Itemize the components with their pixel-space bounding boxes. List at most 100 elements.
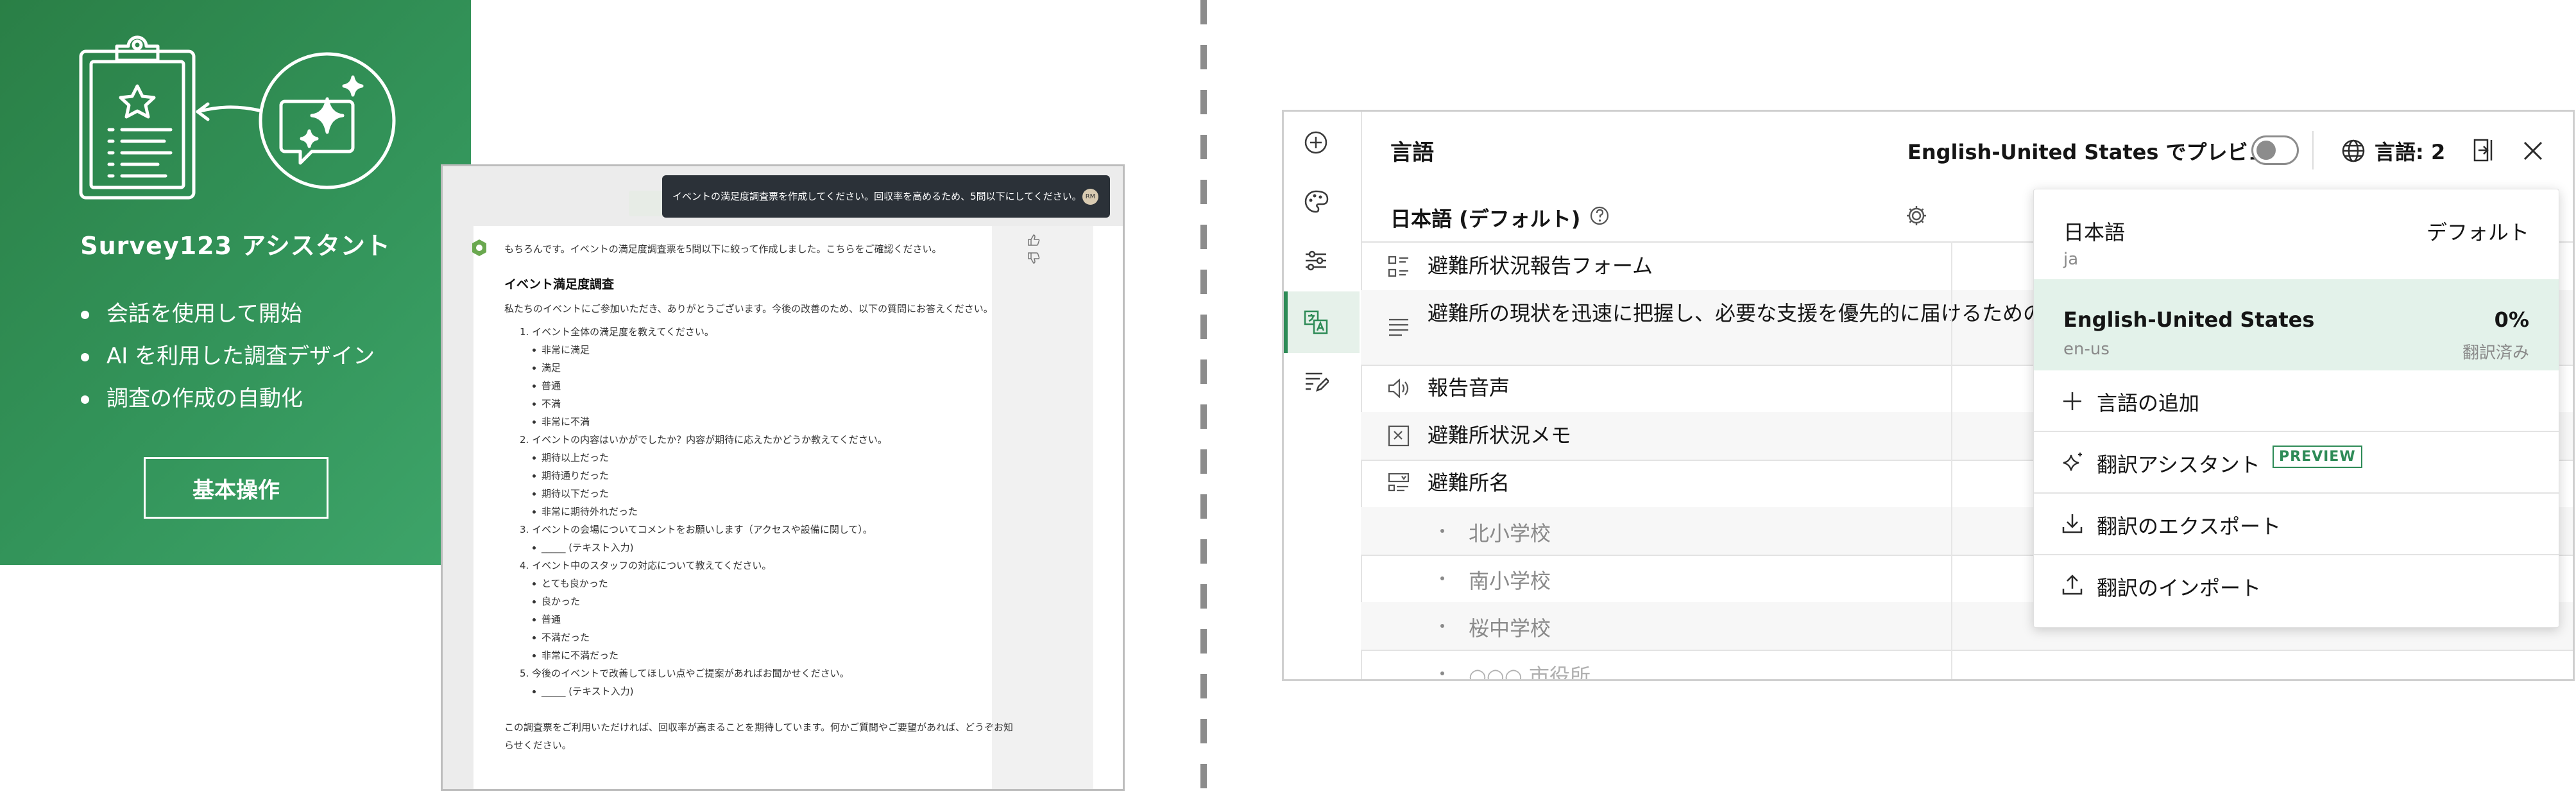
feature-list: 会話を使用して開始 AI を利用した調査デザイン 調査の作成の自動化: [62, 295, 375, 422]
user-message-text: イベントの満足度調査票を作成してください。回収率を高めるため、5問以下にしてくだ…: [672, 191, 1082, 202]
add-question-button[interactable]: [1298, 125, 1334, 160]
side-toolbar: [1284, 112, 1362, 679]
header-divider: [2312, 131, 2314, 169]
language-panel: 言語 English-United States でプレビュー 言語: 2 日本…: [1282, 110, 2575, 681]
assistant-intro-text: もちろんです。イベントの満足度調査票を5問以下に絞って作成しました。こちらをご確…: [504, 243, 942, 255]
translate-icon: [1304, 310, 1328, 334]
survey-option: 良かった: [504, 593, 1018, 610]
language-code: ja: [2063, 250, 2079, 269]
close-icon[interactable]: [2522, 140, 2544, 162]
edit-rules-button[interactable]: [1298, 363, 1334, 399]
translation-button[interactable]: [1298, 304, 1334, 340]
language-item-en-us[interactable]: English-United States en-us 0% 翻訳済み: [2034, 279, 2559, 370]
survey-option: 非常に満足: [504, 341, 1018, 359]
language-menu: 日本語 ja デフォルト English-United States en-us…: [2033, 189, 2559, 628]
generated-survey: イベント満足度調査 私たちのイベントにご参加いただき、ありがとうございます。今後…: [504, 275, 1018, 754]
survey-question: 2. イベントの内容はいかがでしたか？内容が期待に応えたかどうか教えてください。: [520, 434, 887, 446]
survey-option: とても良かった: [504, 575, 1018, 593]
feature-item: AI を利用した調査デザイン: [62, 338, 375, 380]
language-count[interactable]: 言語: 2: [2375, 136, 2445, 166]
survey-option: 期待以上だった: [504, 449, 1018, 467]
dashed-divider: [1200, 0, 1207, 805]
choice-text: 北小学校: [1469, 521, 1551, 546]
table-row[interactable]: ○○○ 市役所: [1361, 650, 2573, 681]
row-text: 報告音声: [1428, 376, 1510, 400]
import-translation-item[interactable]: 翻訳のインポート: [2034, 555, 2559, 616]
survey-description: 私たちのイベントにご参加いただき、ありがとうございます。今後の改善のため、以下の…: [504, 303, 993, 315]
survey-question: 1. イベント全体の満足度を教えてください。: [520, 326, 714, 338]
language-item-ja[interactable]: 日本語 ja デフォルト: [2034, 189, 2559, 279]
appearance-button[interactable]: [1298, 184, 1334, 220]
toggle-knob: [2256, 141, 2276, 160]
default-language-header: 日本語 (デフォルト): [1390, 207, 1581, 231]
survey-option: 不満: [504, 395, 1018, 413]
survey-option: 普通: [504, 610, 1018, 628]
survey-option: 非常に期待外れだった: [504, 503, 1018, 521]
column-divider: [1951, 241, 1952, 679]
survey-option: 不満だった: [504, 628, 1018, 646]
gear-icon[interactable]: [1905, 204, 1928, 227]
description-icon: [1389, 318, 1408, 336]
survey-option: 非常に不満だった: [504, 646, 1018, 664]
closing-text: この調査票をご利用いただければ、回収率が高まることを期待しています。何かご質問や…: [504, 722, 1014, 751]
note-icon: [1388, 425, 1410, 447]
choice-text: ○○○ 市役所: [1469, 664, 1591, 681]
survey-question: 5. 今後のイベントで改善してほしい点やご提案があればお聞かせください。: [520, 668, 849, 679]
row-text: 避難所状況報告フォーム: [1428, 254, 1653, 278]
choice-bullet: [1440, 671, 1444, 675]
form-icon: [1388, 255, 1408, 277]
get-started-button[interactable]: 基本操作: [144, 457, 328, 519]
survey-questions: 1. イベント全体の満足度を教えてください。 非常に満足 満足 普通 不満 非常に不満 2.…: [504, 323, 1018, 700]
add-language-item[interactable]: 言語の追加: [2034, 370, 2559, 431]
language-name: 日本語: [2063, 220, 2126, 245]
assistant-bot-icon: [472, 239, 486, 256]
globe-icon[interactable]: [2341, 139, 2366, 163]
action-label: 翻訳アシスタント: [2097, 453, 2260, 477]
assistant-chat-screenshot: イベントの満足度調査票を作成してください。回収率を高めるため、5問以下にしてくだ…: [441, 164, 1125, 791]
feature-item: 調査の作成の自動化: [62, 380, 375, 422]
survey-option: 期待通りだった: [504, 467, 1018, 485]
survey-option: 普通: [504, 377, 1018, 395]
panel-title: 言語: [1390, 140, 1434, 166]
plus-circle-icon: [1304, 131, 1327, 154]
survey-option: _____ (テキスト入力): [504, 682, 1018, 700]
survey-option: 非常に不満: [504, 413, 1018, 431]
dropdown-question-icon: [1388, 472, 1410, 492]
translation-percent: 0%: [2494, 307, 2529, 332]
translation-assistant-item[interactable]: 翻訳アシスタント PREVIEW: [2034, 432, 2559, 492]
avatar: RM: [1082, 189, 1098, 205]
active-rail-indicator: [1284, 291, 1288, 353]
language-code: en-us: [2063, 340, 2110, 359]
choice-bullet: [1440, 624, 1444, 628]
translation-status: 翻訳済み: [2462, 343, 2529, 363]
preview-toggle[interactable]: [2251, 135, 2299, 165]
upload-icon: [2062, 575, 2083, 595]
survey-title: イベント満足度調査: [504, 277, 615, 291]
thumbs-up-icon[interactable]: [1027, 233, 1041, 247]
feature-item: 会話を使用して開始: [62, 295, 375, 338]
survey-question: 4. イベント中のスタッフの対応について教えてください。: [520, 560, 772, 571]
choice-text: 南小学校: [1469, 569, 1551, 593]
card-title: Survey123 アシスタント: [80, 232, 391, 260]
preview-badge: PREVIEW: [2273, 446, 2362, 468]
choice-bullet: [1440, 529, 1444, 533]
row-text: 避難所状況メモ: [1428, 423, 1572, 447]
options-button[interactable]: [1298, 243, 1334, 279]
survey-option: 満足: [504, 359, 1018, 377]
clipboard-survey-icon: [79, 35, 396, 200]
collapse-panel-icon[interactable]: [2472, 137, 2498, 163]
help-icon[interactable]: [1589, 205, 1610, 226]
action-label: 翻訳のエクスポート: [2097, 514, 2282, 539]
export-translation-item[interactable]: 翻訳のエクスポート: [2034, 494, 2559, 554]
survey123-assistant-card: Survey123 アシスタント 会話を使用して開始 AI を利用した調査デザイ…: [0, 0, 471, 565]
action-label: 翻訳のインポート: [2097, 576, 2262, 600]
thumbs-down-icon[interactable]: [1027, 251, 1041, 265]
language-status: デフォルト: [2426, 220, 2529, 245]
language-name: English-United States: [2063, 307, 2315, 332]
choice-text: 桜中学校: [1469, 616, 1551, 641]
survey-option: 期待以下だった: [504, 485, 1018, 503]
feedback-buttons: [1027, 233, 1043, 265]
palette-icon: [1304, 190, 1329, 213]
user-message-bubble: イベントの満足度調査票を作成してください。回収率を高めるため、5問以下にしてくだ…: [662, 175, 1110, 218]
sparkle-icon: [2063, 453, 2082, 471]
